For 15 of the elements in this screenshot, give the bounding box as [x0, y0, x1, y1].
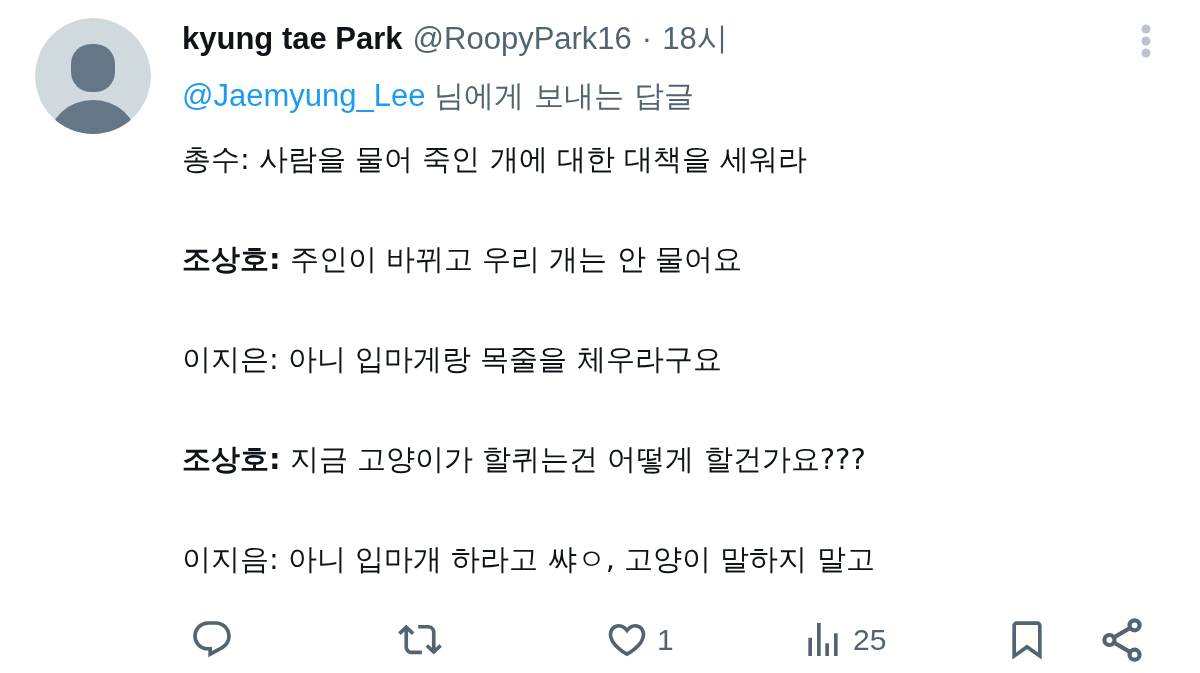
post-text: 이지은: 아니 입마게랑 목줄을 체우라구요 — [182, 341, 723, 378]
like-button[interactable]: 1 — [605, 618, 674, 662]
post-text: 조상호: 지금 고양이가 할퀴는건 어떻게 할건가요??? — [182, 441, 867, 478]
separator-dot: · — [641, 21, 653, 57]
post-text: 총수: 사람을 물어 죽인 개에 대한 대책을 세워라 — [182, 141, 809, 178]
avatar-silhouette-icon[interactable] — [35, 18, 151, 134]
post-time[interactable]: 18시 — [662, 18, 728, 60]
reply-to-text: 님에게 보내는 답글 — [434, 77, 694, 115]
post-text: 이지음: 아니 입마개 하라고 쌰ㅇ, 고양이 말하지 말고 — [182, 541, 876, 578]
author-handle[interactable]: @RoopyPark16 — [412, 21, 632, 57]
share-button[interactable] — [1100, 618, 1144, 662]
post-text: 조상호: 주인이 바뀌고 우리 개는 안 물어요 — [182, 241, 743, 278]
share-icon — [1100, 618, 1144, 662]
author-name[interactable]: kyung tae Park — [182, 21, 403, 57]
views-button[interactable]: 25 — [801, 618, 887, 662]
